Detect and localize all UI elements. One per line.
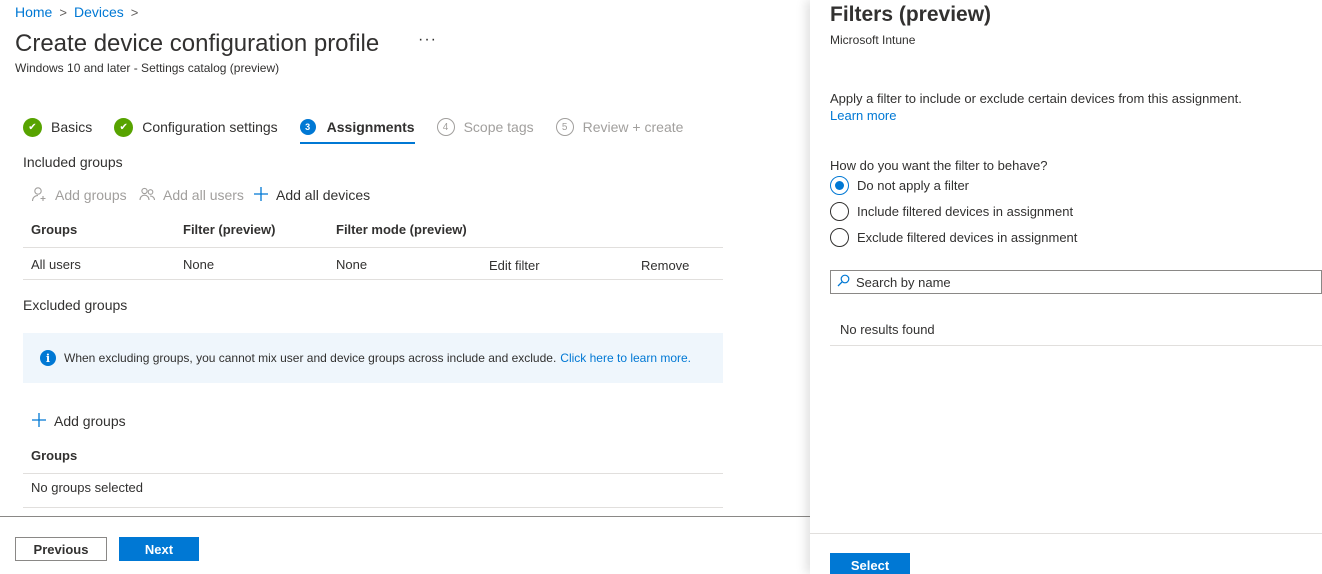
info-icon: i (40, 350, 56, 366)
cell-group: All users (31, 257, 81, 272)
cell-filter: None (183, 257, 215, 272)
breadcrumb-separator: > (59, 4, 67, 20)
excluded-groups-label: Excluded groups (23, 297, 128, 313)
checkmark-icon: ✔ (23, 117, 42, 137)
radio-button[interactable] (830, 228, 849, 247)
radio-label: Do not apply a filter (857, 178, 970, 193)
plus-icon (253, 186, 269, 203)
no-results-message: No results found (840, 322, 935, 337)
checkmark-icon: ✔ (114, 117, 134, 137)
breadcrumb: Home > Devices > (15, 4, 138, 20)
learn-more-link[interactable]: Learn more (830, 108, 896, 123)
included-groups-label: Included groups (23, 154, 123, 170)
step-label: Basics (51, 119, 93, 135)
panel-description: Apply a filter to include or exclude cer… (830, 91, 1242, 106)
radio-do-not-apply[interactable]: Do not apply a filter (830, 176, 969, 195)
step-number-badge: 5 (555, 118, 574, 136)
add-user-icon (31, 186, 48, 204)
cell-filter-mode: None (336, 257, 368, 272)
wizard-steps: ✔ Basics ✔ Configuration settings 3 Assi… (23, 112, 705, 144)
panel-subtitle: Microsoft Intune (830, 33, 916, 47)
column-header-filter: Filter (preview) (183, 222, 276, 237)
page-subtitle: Windows 10 and later - Settings catalog … (15, 61, 280, 75)
panel-footer-divider (810, 533, 1322, 534)
filters-panel: Filters (preview) Microsoft Intune Apply… (810, 0, 1322, 574)
info-text: When excluding groups, you cannot mix us… (64, 351, 557, 365)
radio-button[interactable] (830, 176, 849, 195)
users-icon (139, 186, 156, 204)
footer-divider (0, 516, 810, 517)
column-header-groups: Groups (31, 222, 78, 237)
column-header-filter-mode: Filter mode (preview) (336, 222, 467, 237)
radio-label: Exclude filtered devices in assignment (857, 230, 1078, 245)
step-scope-tags[interactable]: 4 Scope tags (436, 115, 534, 139)
step-configuration-settings[interactable]: ✔ Configuration settings (114, 115, 278, 139)
add-all-users-label: Add all users (163, 187, 244, 203)
step-number-badge: 3 (299, 119, 316, 135)
select-button[interactable]: Select (830, 553, 910, 574)
page-title: Create device configuration profile (15, 30, 380, 57)
empty-groups-message: No groups selected (31, 480, 144, 495)
panel-title: Filters (preview) (830, 3, 992, 26)
search-icon (837, 274, 850, 290)
add-groups-label: Add groups (54, 412, 126, 429)
step-label: Assignments (326, 119, 415, 135)
next-button[interactable]: Next (119, 537, 199, 561)
radio-button[interactable] (830, 202, 849, 221)
remove-link[interactable]: Remove (641, 258, 689, 273)
plus-icon (31, 412, 47, 429)
step-assignments[interactable]: 3 Assignments (299, 115, 415, 144)
table-divider (23, 279, 723, 280)
breadcrumb-devices-link[interactable]: Devices (74, 4, 124, 20)
info-message-bar: i When excluding groups, you cannot mix … (23, 333, 723, 383)
table-row: All users None None Edit filter Remove (23, 248, 723, 279)
step-label: Review + create (582, 119, 684, 135)
add-all-devices-button[interactable]: Add all devices (253, 186, 370, 203)
previous-button[interactable]: Previous (15, 537, 107, 561)
learn-more-link[interactable]: Click here to learn more. (560, 351, 691, 365)
radio-include-filtered[interactable]: Include filtered devices in assignment (830, 202, 1073, 221)
radio-exclude-filtered[interactable]: Exclude filtered devices in assignment (830, 228, 1077, 247)
wizard-page: Home > Devices > Create device configura… (0, 0, 810, 574)
radio-label: Include filtered devices in assignment (857, 204, 1074, 219)
filter-behavior-question: How do you want the filter to behave? (830, 158, 1048, 173)
table-divider (23, 507, 723, 508)
step-review-create[interactable]: 5 Review + create (555, 115, 684, 139)
results-divider (830, 345, 1322, 346)
search-placeholder: Search by name (856, 274, 951, 290)
breadcrumb-separator: > (130, 4, 139, 20)
step-basics[interactable]: ✔ Basics (23, 115, 92, 139)
add-all-users-button[interactable]: Add all users (139, 186, 244, 204)
column-header-groups: Groups (31, 448, 78, 463)
search-input[interactable]: Search by name (830, 270, 1322, 294)
table-divider (23, 473, 723, 474)
add-groups-label: Add groups (55, 187, 127, 203)
edit-filter-link[interactable]: Edit filter (489, 258, 540, 273)
add-all-devices-label: Add all devices (276, 186, 371, 203)
add-excluded-groups-button[interactable]: Add groups (31, 412, 126, 429)
more-options-button[interactable]: ··· (418, 31, 437, 49)
step-label: Scope tags (463, 119, 534, 135)
step-label: Configuration settings (142, 119, 278, 135)
step-number-badge: 4 (436, 118, 455, 136)
breadcrumb-home-link[interactable]: Home (15, 4, 52, 20)
add-groups-button[interactable]: Add groups (31, 186, 127, 204)
